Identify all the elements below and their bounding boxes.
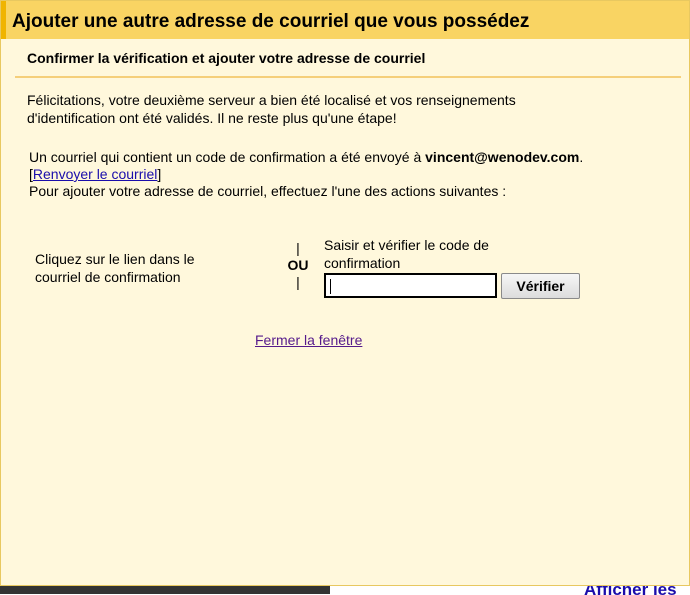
sent-suffix: . [579,149,584,165]
background-dark-bar [0,586,330,594]
confirmation-sent-message: Un courriel qui contient un code de conf… [29,149,679,200]
sent-line: Un courriel qui contient un code de conf… [29,149,679,166]
option-left-line-2: courriel de confirmation [35,269,181,285]
divider [15,76,681,78]
verify-button[interactable]: Vérifier [501,273,580,299]
congrats-line-1: Félicitations, votre deuxième serveur a … [27,92,516,108]
confirmation-code-input[interactable] [324,273,497,298]
dialog-subtitle: Confirmer la vérification et ajouter vot… [27,50,426,66]
option-enter-code-label: Saisir et vérifier le code de confirmati… [324,236,544,272]
separator-or-text: OU [287,257,309,273]
add-email-dialog: Ajouter une autre adresse de courriel qu… [0,0,690,586]
target-email: vincent@wenodev.com [425,149,580,165]
close-window-link[interactable]: Fermer la fenêtre [255,332,362,348]
option-left-line-1: Cliquez sur le lien dans le [35,251,195,267]
option-right-line-1: Saisir et vérifier le code de [324,237,489,253]
separator-bar-bottom: | [296,274,300,290]
separator-bar-top: | [296,240,300,256]
resend-close-bracket: ] [157,166,162,182]
option-right-line-2: confirmation [324,255,401,271]
sent-prefix: Un courriel qui contient un code de conf… [29,149,426,165]
actions-intro: Pour ajouter votre adresse de courriel, … [29,183,507,199]
dialog-title: Ajouter une autre adresse de courriel qu… [12,11,530,32]
congrats-message: Félicitations, votre deuxième serveur a … [27,91,647,127]
dialog-title-bar: Ajouter une autre adresse de courriel qu… [1,1,689,39]
resend-line: [Renvoyer le courriel] [29,166,679,183]
resend-email-link[interactable]: Renvoyer le courriel [33,166,158,182]
congrats-line-2: d'identification ont été validés. Il ne … [27,110,397,126]
or-separator: | OU | [283,241,313,289]
option-click-link: Cliquez sur le lien dans le courriel de … [35,250,255,286]
